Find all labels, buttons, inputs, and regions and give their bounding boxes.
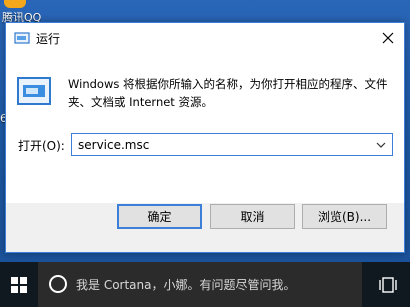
task-view-button[interactable]	[370, 262, 406, 307]
run-icon	[17, 77, 51, 105]
dialog-content: Windows 将根据你所输入的名称，为你打开相应的程序、文件夹、文档或 Int…	[6, 53, 404, 203]
task-view-icon	[379, 276, 397, 293]
open-input-value[interactable]: service.msc	[78, 138, 149, 152]
run-app-icon	[14, 32, 30, 44]
open-combobox[interactable]: service.msc	[71, 133, 393, 156]
windows-logo-icon	[11, 276, 27, 293]
browse-button[interactable]: 浏览(B)...	[302, 204, 387, 229]
dialog-description: Windows 将根据你所输入的名称，为你打开相应的程序、文件夹、文档或 Int…	[68, 77, 388, 109]
start-button[interactable]	[0, 262, 38, 307]
desktop-icon-qq[interactable]: 腾讯QQ	[0, 0, 70, 24]
cancel-button[interactable]: 取消	[210, 204, 295, 229]
run-dialog: 运行 Windows 将根据你所输入的名称，为你打开相应的程序、文件夹、文档或 …	[5, 22, 405, 253]
close-icon	[382, 32, 394, 44]
chevron-down-icon[interactable]	[374, 138, 388, 152]
close-button[interactable]	[372, 23, 404, 53]
dialog-title: 运行	[36, 32, 61, 46]
title-bar[interactable]: 运行	[6, 23, 404, 53]
ok-button[interactable]: 确定	[117, 204, 202, 229]
cortana-search-box[interactable]: 我是 Cortana，小娜。有问题尽管问我。	[38, 262, 362, 307]
cortana-icon	[49, 275, 67, 293]
qq-icon	[4, 0, 26, 8]
open-label: 打开(O):	[18, 139, 65, 153]
search-placeholder: 我是 Cortana，小娜。有问题尽管问我。	[76, 278, 296, 292]
taskbar: 我是 Cortana，小娜。有问题尽管问我。	[0, 262, 410, 307]
